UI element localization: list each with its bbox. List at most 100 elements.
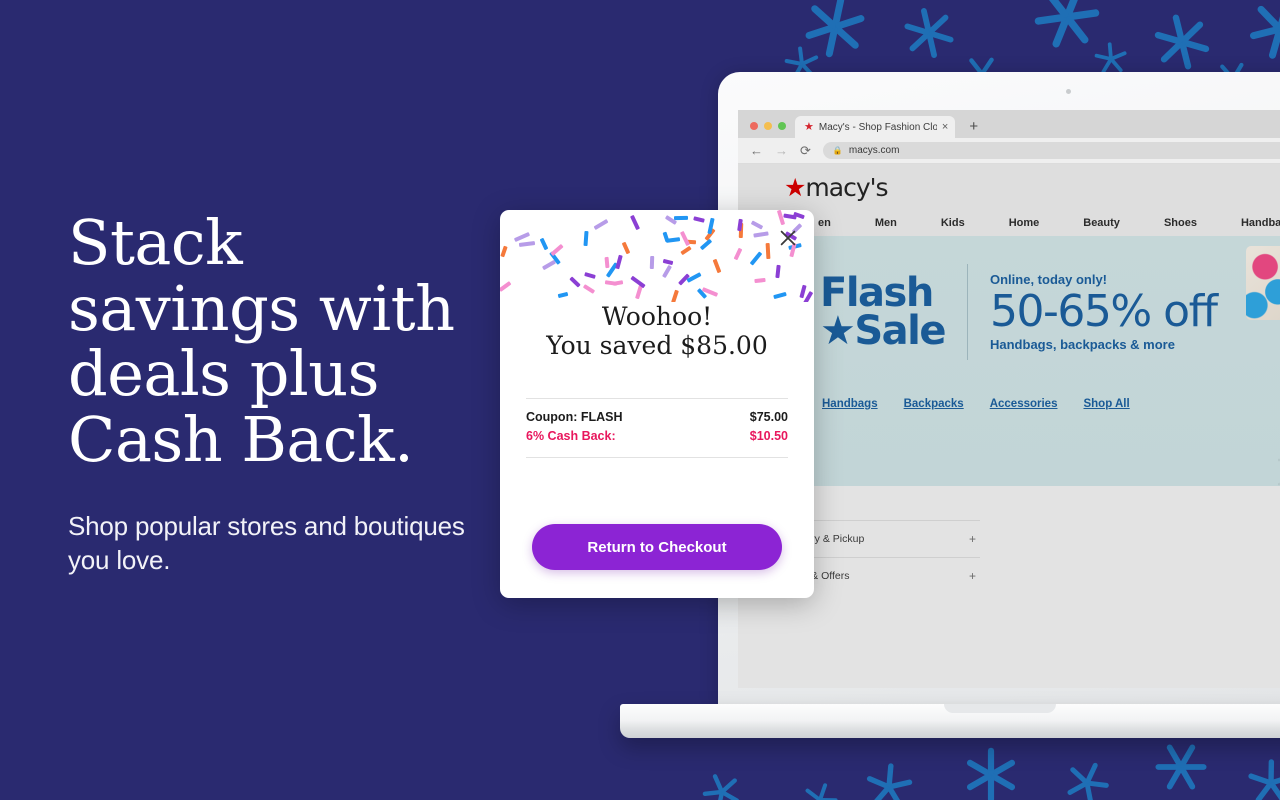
macys-logo[interactable]: ★ macy's — [784, 172, 889, 202]
table-row: Coupon: FLASH $75.00 — [526, 408, 788, 427]
flash-sale-discount: 50-65% off — [990, 285, 1218, 337]
star-decoration-15 — [796, 776, 844, 800]
laptop-screen: ★ Macy's - Shop Fashion Clothin × + ← → … — [738, 110, 1280, 688]
confetti-piece — [680, 230, 691, 247]
hero-link-2[interactable]: Accessories — [990, 398, 1058, 410]
star-decoration-12 — [1149, 735, 1213, 799]
site-nav-item-2[interactable]: Kids — [919, 217, 987, 229]
macys-wordmark: macy's — [805, 172, 888, 202]
window-minimize-dot[interactable] — [764, 122, 772, 130]
close-icon[interactable] — [776, 226, 800, 250]
site-lower-section: r by Delivery & Pickup+Sales & Offers+ — [738, 486, 1280, 688]
star-decoration-11 — [1055, 751, 1119, 800]
confetti-piece — [513, 231, 530, 242]
tab-close-icon[interactable]: × — [942, 121, 948, 133]
site-header: ★ macy's — [738, 164, 1280, 210]
confetti-piece — [753, 231, 769, 239]
flash-sale-items: Handbags, backpacks & more — [990, 337, 1175, 353]
macys-website: ★ macy's enMenKidsHomeBeautyShoesHandbag… — [738, 164, 1280, 688]
star-decoration-13 — [1237, 749, 1280, 800]
savings-modal: Woohoo! You saved $85.00 Coupon: FLASH $… — [500, 210, 814, 598]
confetti-piece — [584, 271, 596, 279]
forward-arrow-icon[interactable]: → — [775, 144, 788, 157]
confetti-piece — [712, 258, 722, 274]
confetti-piece — [621, 242, 630, 255]
laptop-base — [620, 704, 1280, 738]
hero-link-1[interactable]: Backpacks — [904, 398, 964, 410]
confetti-piece — [750, 220, 764, 230]
browser-tab-bar: ★ Macy's - Shop Fashion Clothin × + — [738, 110, 1280, 138]
page-title: Stack savings with deals plus Cash Back. — [68, 206, 455, 477]
browser-toolbar: ← → ⟳ 🔒 macys.com — [738, 138, 1280, 164]
site-nav: enMenKidsHomeBeautyShoesHandbagsJewelry — [738, 210, 1280, 236]
star-icon: ★ — [804, 120, 814, 133]
coupon-label: Coupon: FLASH — [526, 410, 623, 424]
flash-sale-banner: Flash ★Sale Online, today only! 50-65% o… — [820, 264, 1218, 360]
plus-icon: + — [968, 569, 976, 583]
confetti-piece — [615, 254, 623, 270]
browser-tab-title: Macy's - Shop Fashion Clothin — [818, 121, 937, 133]
laptop-camera — [1066, 89, 1071, 94]
confetti-piece — [749, 251, 762, 267]
confetti-piece — [593, 219, 609, 231]
confetti-piece — [539, 237, 549, 251]
confetti-piece — [775, 264, 781, 278]
confetti-piece — [665, 237, 681, 243]
new-tab-button[interactable]: + — [955, 119, 990, 138]
star-decoration-1 — [892, 0, 966, 70]
return-to-checkout-button[interactable]: Return to Checkout — [532, 524, 782, 570]
window-close-dot[interactable] — [750, 122, 758, 130]
confetti-piece — [612, 279, 623, 286]
cashback-amount: $10.50 — [749, 429, 788, 444]
modal-heading-line-1: Woohoo! — [601, 302, 713, 331]
back-arrow-icon[interactable]: ← — [750, 144, 763, 157]
site-nav-item-3[interactable]: Home — [987, 217, 1062, 229]
window-maximize-dot[interactable] — [778, 122, 786, 130]
hero-link-0[interactable]: Handbags — [822, 398, 878, 410]
star-decoration-0 — [793, 0, 876, 69]
site-nav-item-4[interactable]: Beauty — [1061, 217, 1142, 229]
star-decoration-4 — [1238, 0, 1280, 71]
reload-icon[interactable]: ⟳ — [800, 144, 811, 157]
hero-category-links: Handbags Backpacks Accessories Shop All — [822, 398, 1130, 410]
confetti-piece — [733, 247, 742, 261]
confetti-piece — [569, 276, 581, 288]
product-floral-pouch[interactable] — [1246, 246, 1280, 320]
confetti-piece — [661, 264, 672, 279]
confetti-piece — [680, 245, 693, 256]
confetti-piece — [549, 243, 564, 256]
browser-tab[interactable]: ★ Macy's - Shop Fashion Clothin × — [795, 116, 956, 138]
confetti-piece — [693, 216, 705, 224]
confetti-piece — [604, 257, 610, 269]
coupon-amount: $75.00 — [749, 410, 788, 424]
laptop-notch — [944, 704, 1056, 713]
confetti-piece — [650, 256, 655, 270]
site-nav-item-5[interactable]: Shoes — [1142, 217, 1219, 229]
hero-banner: Flash ★Sale Online, today only! 50-65% o… — [738, 236, 1280, 486]
lock-icon: 🔒 — [832, 146, 843, 155]
close-icon-glyph — [780, 230, 796, 246]
site-nav-item-6[interactable]: Handbags — [1219, 217, 1280, 229]
star-decoration-2 — [1025, 0, 1109, 59]
confetti-piece — [583, 231, 589, 247]
confetti-piece — [765, 243, 771, 260]
table-row: 6% Cash Back: $10.50 — [526, 427, 788, 446]
confetti-piece — [671, 289, 679, 302]
flash-sale-details: Online, today only! 50-65% off Handbags,… — [990, 271, 1218, 353]
flash-sale-kicker: Online, today only! — [990, 271, 1108, 287]
address-bar-url: macys.com — [848, 145, 900, 156]
confetti-decoration — [500, 210, 814, 302]
flash-line-1: Flash — [820, 269, 934, 316]
confetti-piece — [629, 215, 640, 231]
confetti-piece — [518, 241, 536, 248]
site-nav-item-1[interactable]: Men — [853, 217, 919, 229]
confetti-piece — [557, 291, 569, 299]
modal-heading: Woohoo! You saved $85.00 — [500, 302, 814, 360]
plus-icon: + — [968, 532, 976, 546]
macys-star-icon: ★ — [784, 173, 807, 202]
confetti-piece — [541, 259, 556, 271]
savings-breakdown-table: Coupon: FLASH $75.00 6% Cash Back: $10.5… — [526, 398, 788, 458]
hero-link-3[interactable]: Shop All — [1083, 398, 1129, 410]
star-decoration-10 — [955, 739, 1027, 800]
address-bar[interactable]: 🔒 macys.com — [822, 142, 1280, 159]
